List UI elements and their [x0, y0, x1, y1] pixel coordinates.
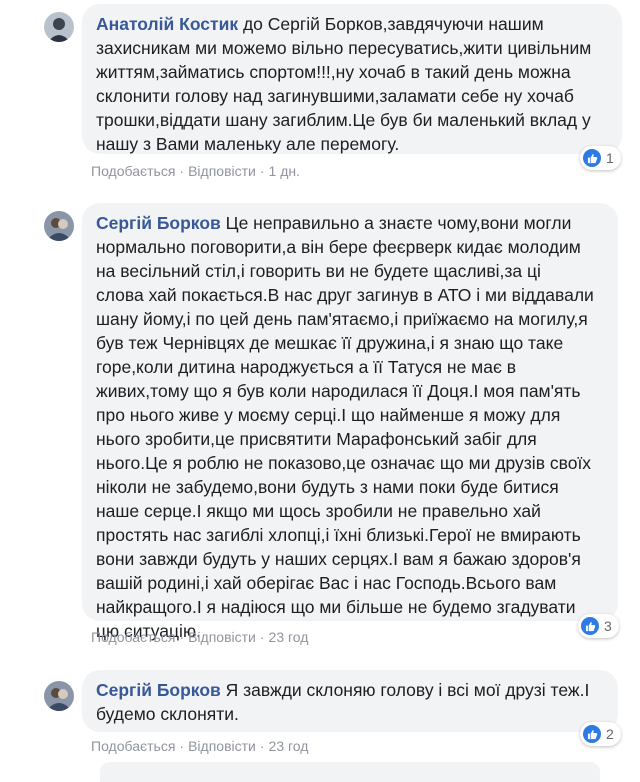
- comment-line: найкращого.І я надіюся що ми більше не б…: [96, 597, 576, 617]
- comment-line: Сергій Борков Це неправильно а знаєте чо…: [96, 211, 602, 235]
- comment-time[interactable]: 23 год: [269, 629, 309, 645]
- reply-link[interactable]: Відповісти: [188, 629, 256, 645]
- thumbs-up-icon: [583, 149, 601, 167]
- reaction-count: 2: [606, 726, 614, 742]
- comment-line: горе,коли дитина народжується а її Татус…: [96, 357, 517, 377]
- comment-line: був теж Чернівцях де мешкає її дружина,і…: [96, 333, 564, 353]
- comment-line: наше серце.І якщо ми щось зробили не пра…: [96, 501, 541, 521]
- comment-line: трошки,віддати шану загиблим.Це був би м…: [96, 110, 591, 130]
- comment-actions: Подобається · Відповісти · 1 дн.: [91, 163, 300, 179]
- avatar[interactable]: [44, 12, 74, 42]
- reactions-badge[interactable]: 2: [580, 722, 621, 746]
- comment-line: на весільний стіл,і говорить ви не будет…: [96, 261, 541, 281]
- thumbs-up-icon: [583, 725, 601, 743]
- comment-bubble: Сергій Борков Це неправильно а знаєте чо…: [82, 203, 618, 641]
- reaction-count: 1: [606, 150, 614, 166]
- comment-line: живих,тому що я був коли народилася її Д…: [96, 381, 581, 401]
- comment-line: вони завжди будуть у наших серцях.І вам …: [96, 549, 581, 569]
- like-link[interactable]: Подобається: [91, 629, 175, 645]
- comment-text: Я завжди склоняю голову і всі мої друзі …: [225, 680, 590, 700]
- comment-time[interactable]: 23 год: [269, 738, 309, 754]
- comment-text: Це неправильно а знаєте чому,вони могли: [225, 213, 572, 233]
- avatar[interactable]: [44, 681, 74, 711]
- like-link[interactable]: Подобається: [91, 738, 175, 754]
- next-comment-bubble-edge: [100, 762, 600, 782]
- comment-line: слова хай покається.В нас друг загинув в…: [96, 285, 594, 305]
- comment-line: простять нас загиблі хлопці,і їхні близь…: [96, 525, 581, 545]
- comment-author[interactable]: Анатолій Костик: [96, 14, 238, 34]
- comment-line: захисникам ми можемо вільно пересуватись…: [96, 38, 592, 58]
- comment-line: нормально поговорити,а він бере феєрверк…: [96, 237, 581, 257]
- reply-link[interactable]: Відповісти: [188, 738, 256, 754]
- comment-line: життям,займатись спортом!!!,ну хочаб в т…: [96, 62, 571, 82]
- avatar-image: [44, 211, 74, 241]
- comment-author[interactable]: Сергій Борков: [96, 213, 221, 233]
- reactions-badge[interactable]: 1: [580, 146, 621, 170]
- reactions-badge[interactable]: 3: [578, 614, 619, 638]
- like-link[interactable]: Подобається: [91, 163, 175, 179]
- comment-line: ніколи не забудемо,вони будуть з нами по…: [96, 477, 559, 497]
- comment-line: про нього живе у моєму серці.І що наймен…: [96, 405, 561, 425]
- comment-line: Анатолій Костик до Сергій Борков,завдячу…: [96, 12, 606, 36]
- comment-actions: Подобається · Відповісти · 23 год: [91, 738, 309, 754]
- comment-line: Сергій Борков Я завжди склоняю голову і …: [96, 678, 602, 702]
- comment-bubble: Сергій Борков Я завжди склоняю голову і …: [82, 670, 618, 732]
- comment-line: нього.Це я роблю не показово,це означає …: [96, 453, 592, 473]
- reaction-count: 3: [604, 618, 612, 634]
- comment-author[interactable]: Сергій Борков: [96, 680, 221, 700]
- comment-text: до Сергій Борков,завдячуючи нашим: [242, 14, 544, 34]
- comment-line: склонити голову над загинувшими,заламати…: [96, 86, 574, 106]
- comment-time[interactable]: 1 дн.: [269, 163, 300, 179]
- avatar[interactable]: [44, 211, 74, 241]
- comment-line: нашу з Вами маленьку але перемогу.: [96, 134, 400, 154]
- comment-actions: Подобається · Відповісти · 23 год: [91, 629, 309, 645]
- comment-line: будемо склоняти.: [96, 704, 239, 724]
- reply-link[interactable]: Відповісти: [188, 163, 256, 179]
- avatar-image: [44, 12, 74, 42]
- comment-line: шану йому,і по цей день пам'ятаємо,і при…: [96, 309, 588, 329]
- thumbs-up-icon: [581, 617, 599, 635]
- comment-line: вашій родині,і хай оберігає Вас і нас Го…: [96, 573, 557, 593]
- avatar-image: [44, 681, 74, 711]
- comment-line: нього зробити,це присвятити Марафонський…: [96, 429, 537, 449]
- comment-bubble: Анатолій Костик до Сергій Борков,завдячу…: [82, 4, 622, 154]
